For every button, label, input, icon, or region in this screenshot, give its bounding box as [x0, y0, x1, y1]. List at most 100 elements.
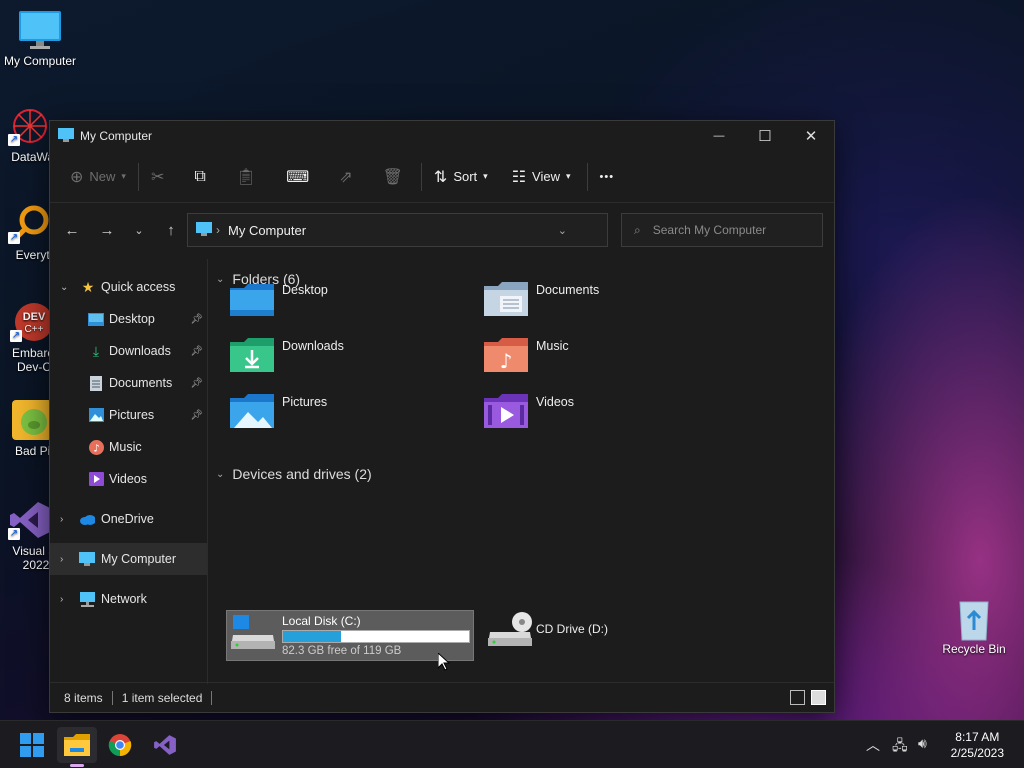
active-indicator [70, 764, 84, 767]
minimize-button[interactable]: — [696, 121, 742, 151]
video-icon [88, 472, 104, 486]
sidebar-item-videos[interactable]: Videos [50, 463, 207, 495]
folder-desktop[interactable]: Desktop [210, 277, 450, 323]
desktop-folder-icon [230, 282, 274, 318]
paste-button[interactable]: 📋︎ [230, 160, 262, 194]
chevron-right-icon[interactable]: › [60, 554, 63, 565]
folder-videos[interactable]: Videos [464, 389, 704, 435]
folder-pictures[interactable]: Pictures [210, 389, 450, 435]
folder-label: Downloads [282, 339, 344, 353]
share-button[interactable]: ⇗ [333, 160, 358, 194]
sidebar-item-downloads[interactable]: ⤓ Downloads 📌︎ [50, 335, 207, 367]
large-icons-view-icon[interactable] [811, 690, 826, 705]
shortcut-arrow-icon: ↗ [8, 528, 20, 540]
network-icon[interactable]: 🖧︎ [892, 735, 908, 759]
delete-button[interactable]: 🗑︎ [377, 160, 409, 194]
sort-button[interactable]: ⇅ Sort ▾ [428, 160, 494, 194]
copy-button[interactable]: ⧉ [188, 160, 211, 194]
network-icon [79, 591, 95, 607]
recent-locations-button[interactable]: ⌄ [123, 215, 155, 245]
folder-icon [64, 734, 90, 756]
cd-drive-icon [488, 612, 532, 651]
search-input[interactable]: ⌕ Search My Computer [621, 213, 823, 247]
desktop-icon-recycle-bin[interactable]: Recycle Bin [934, 598, 1014, 656]
view-button[interactable]: ☷ View ▾ [506, 160, 577, 194]
pin-icon: 📌︎ [190, 409, 203, 421]
monitor-icon [18, 10, 62, 50]
chevron-down-icon: ▾ [121, 171, 126, 181]
folder-label: Pictures [282, 395, 328, 409]
folder-documents[interactable]: Documents [464, 277, 704, 323]
maximize-button[interactable]: ☐ [742, 121, 788, 151]
chevron-down-icon: ▾ [566, 171, 571, 181]
close-button[interactable]: ✕ [788, 121, 834, 151]
taskbar-chrome[interactable] [100, 727, 140, 763]
view-button-label: View [532, 169, 560, 184]
title-bar[interactable]: My Computer — ☐ ✕ [50, 121, 834, 151]
sidebar-item-onedrive[interactable]: › OneDrive [50, 503, 207, 535]
sidebar-item-label: Network [101, 592, 147, 606]
group-header-label: Devices and drives (2) [232, 466, 372, 482]
details-view-icon[interactable] [790, 690, 805, 705]
command-bar: ⊕ New ▾ ✂ ⧉ 📋︎ ⌨︎ ⇗ 🗑︎ ⇅ Sort ▾ ☷ View ▾… [50, 151, 834, 203]
breadcrumb[interactable]: My Computer [228, 223, 306, 238]
selection-count: 1 item selected [121, 690, 203, 705]
pin-icon: 📌︎ [190, 345, 203, 357]
downloads-folder-icon [230, 338, 274, 374]
document-icon [88, 375, 104, 391]
back-button[interactable]: ← [56, 215, 88, 245]
file-explorer-window[interactable]: My Computer — ☐ ✕ ⊕ New ▾ ✂ ⧉ 📋︎ ⌨︎ ⇗ 🗑︎… [49, 120, 835, 713]
cut-button[interactable]: ✂ [145, 160, 170, 194]
drive-local-disk-c[interactable]: Local Disk (C:) 82.3 GB free of 119 GB [226, 610, 474, 661]
chevron-down-icon[interactable]: ⌄ [60, 282, 68, 293]
svg-text:♪: ♪ [500, 349, 513, 373]
devices-group-header[interactable]: ⌄ Devices and drives (2) [216, 464, 372, 484]
sidebar-item-desktop[interactable]: Desktop 📌︎ [50, 303, 207, 335]
windows-logo-icon [20, 733, 44, 757]
shortcut-arrow-icon: ↗ [10, 330, 22, 342]
sidebar-item-label: Videos [109, 472, 147, 486]
shortcut-arrow-icon: ↗ [8, 134, 20, 146]
divider [111, 690, 113, 705]
new-button[interactable]: ⊕ New ▾ [64, 160, 132, 194]
volume-icon[interactable]: 🔊︎ [918, 735, 927, 752]
cloud-icon [79, 512, 95, 526]
sidebar-item-pictures[interactable]: Pictures 📌︎ [50, 399, 207, 431]
devcpp-icon: DEV C++ ↗ [10, 302, 54, 342]
copy-icon: ⧉ [194, 167, 206, 185]
chevron-right-icon[interactable]: › [60, 594, 63, 605]
sidebar-item-my-computer[interactable]: › My Computer [50, 543, 207, 575]
rename-button[interactable]: ⌨︎ [280, 160, 315, 194]
sidebar-item-network[interactable]: › Network [50, 583, 207, 615]
sidebar-item-quick-access[interactable]: ⌄ ★ Quick access [50, 271, 207, 303]
more-options-button[interactable]: ••• [594, 160, 621, 194]
taskbar-file-explorer[interactable] [57, 727, 97, 767]
up-button[interactable]: ↑ [155, 215, 187, 245]
sidebar-item-documents[interactable]: Documents 📌︎ [50, 367, 207, 399]
sidebar-item-label: Pictures [109, 408, 155, 422]
drive-cd-d[interactable]: CD Drive (D:) [484, 610, 732, 661]
trash-icon: 🗑︎ [382, 168, 403, 186]
folder-label: Desktop [282, 283, 328, 297]
forward-button[interactable]: → [91, 215, 123, 245]
chevron-down-icon[interactable]: ⌄ [558, 224, 567, 237]
clock[interactable]: 8:17 AM 2/25/2023 [951, 729, 1004, 761]
show-hidden-icons-chevron-icon[interactable]: ︿ [866, 735, 880, 755]
sidebar-item-label: OneDrive [101, 512, 154, 526]
start-button[interactable] [12, 727, 52, 763]
star-icon: ★ [81, 278, 95, 295]
address-bar[interactable]: › My Computer ⌄ [187, 213, 608, 247]
desktop-icon-my-computer[interactable]: My Computer [0, 10, 80, 68]
sidebar-item-music[interactable]: ♪ Music [50, 431, 207, 463]
folder-label: Documents [536, 283, 600, 297]
sort-icon: ⇅ [433, 168, 448, 186]
folder-music[interactable]: ♪ Music [464, 333, 704, 379]
chevron-down-icon[interactable]: ⌄ [216, 469, 224, 480]
taskbar-visual-studio[interactable] [145, 727, 185, 763]
content-pane: ⌄ Folders (6) Desktop Documents Download… [210, 259, 834, 684]
folder-downloads[interactable]: Downloads [210, 333, 450, 379]
chevron-right-icon[interactable]: › [60, 514, 63, 525]
search-placeholder: Search My Computer [652, 223, 767, 237]
clock-date: 2/25/2023 [950, 746, 1004, 760]
window-title: My Computer [80, 129, 153, 143]
